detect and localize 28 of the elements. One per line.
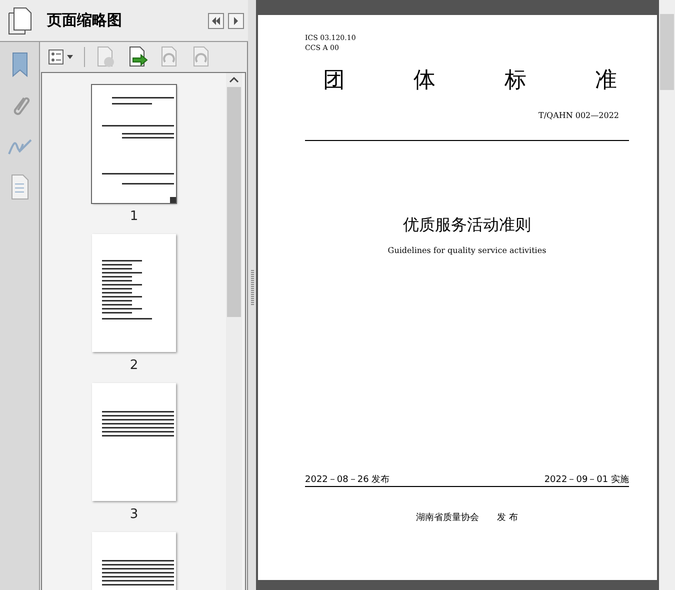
page-number: 1 [130,209,138,224]
standard-code: T/QAHN 002—2022 [538,111,619,120]
heading-character: 准 [594,67,617,95]
effective-date: 2022－09－01 实施 [544,474,629,486]
heading-character: 体 [414,67,436,95]
heading-character: 团 [323,67,345,95]
page-thumbnail[interactable] [92,85,176,203]
heading-character: 标 [504,67,526,95]
forward-button[interactable] [228,12,244,28]
options-menu-icon[interactable] [48,49,74,65]
page-thumbnail[interactable] [92,234,176,352]
bookmark-icon[interactable] [10,52,30,78]
issue-date: 2022－08－26 发布 [305,474,390,486]
page-number: 3 [130,507,138,522]
panel-title: 页面缩略图 [47,11,123,30]
pages-icon [8,6,32,34]
collapse-button[interactable] [208,12,224,28]
page-number: 2 [130,358,138,373]
scrollbar[interactable] [226,73,242,590]
publisher: 湖南省质量协会 [416,512,480,524]
page-thumbnail[interactable] [92,383,176,501]
document-subtitle: Guidelines for quality service activities [388,246,546,255]
publish-label: 发 布 [497,512,518,524]
scrollbar[interactable] [659,0,675,590]
document-title: 优质服务活动准则 [403,215,531,234]
document-icon[interactable] [10,174,30,200]
scroll-up-icon[interactable] [229,77,239,83]
insert-page-icon[interactable] [127,46,149,68]
